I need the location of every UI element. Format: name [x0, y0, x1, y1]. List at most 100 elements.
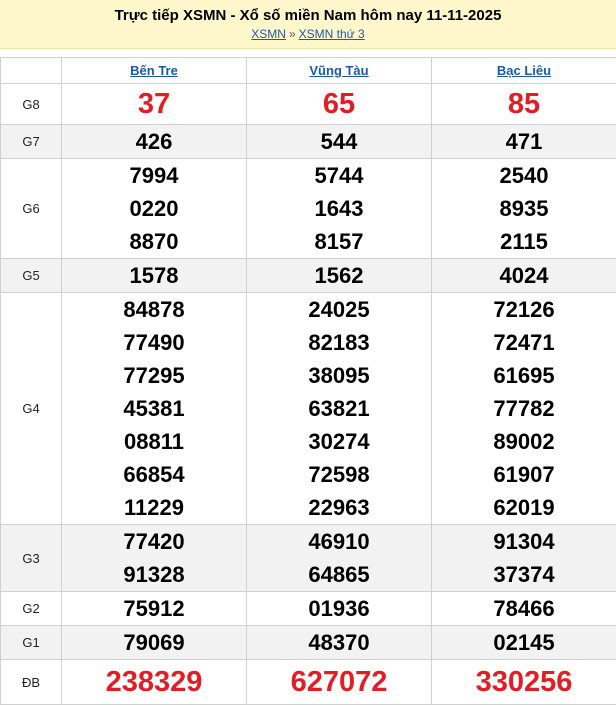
prize-row: G7426544471 [1, 125, 616, 159]
breadcrumb-xsmn-thu3-link[interactable]: XSMN thứ 3 [299, 27, 365, 41]
prize-number: 5744 [247, 159, 431, 192]
prize-number: 61695 [432, 359, 616, 392]
prize-number: 1562 [247, 259, 431, 292]
page-title: Trực tiếp XSMN - Xổ số miền Nam hôm nay … [0, 0, 616, 25]
prize-number: 0220 [62, 192, 246, 225]
prize-number: 66854 [62, 458, 246, 491]
prize-number: 91304 [432, 525, 616, 558]
prize-row: G3774209132846910648659130437374 [1, 525, 616, 592]
prize-number: 62019 [432, 491, 616, 524]
prize-cell: 574416438157 [247, 159, 432, 259]
prize-number: 78466 [432, 592, 616, 625]
prize-number: 30274 [247, 425, 431, 458]
prize-number: 85 [432, 84, 616, 124]
prize-label: G3 [1, 525, 62, 592]
prize-number: 48370 [247, 626, 431, 659]
prize-row: G5157815624024 [1, 259, 616, 293]
prize-number: 24025 [247, 293, 431, 326]
prize-label: G6 [1, 159, 62, 259]
prize-cell: 544 [247, 125, 432, 159]
province-link-ben-tre[interactable]: Bến Tre [130, 63, 178, 78]
prize-number: 08811 [62, 425, 246, 458]
prize-row: G1790694837002145 [1, 626, 616, 660]
prize-number: 01936 [247, 592, 431, 625]
prize-number: 2115 [432, 225, 616, 258]
prize-number: 72598 [247, 458, 431, 491]
prize-number: 238329 [62, 660, 246, 704]
prize-number: 8935 [432, 192, 616, 225]
prize-number: 77782 [432, 392, 616, 425]
prize-number: 2540 [432, 159, 616, 192]
prize-number: 72471 [432, 326, 616, 359]
province-header: Bến Tre [62, 58, 247, 84]
prize-cell: 799402208870 [62, 159, 247, 259]
prize-number: 61907 [432, 458, 616, 491]
prize-label: G5 [1, 259, 62, 293]
prize-number: 79069 [62, 626, 246, 659]
prize-cell: 72126724716169577782890026190762019 [432, 293, 616, 525]
province-link-vung-tau[interactable]: Vũng Tàu [309, 63, 368, 78]
prize-number: 89002 [432, 425, 616, 458]
header-spacer [0, 49, 616, 57]
prize-row: G6799402208870574416438157254089352115 [1, 159, 616, 259]
breadcrumb: XSMN»XSMN thứ 3 [0, 26, 616, 42]
prize-number: 82183 [247, 326, 431, 359]
prize-number: 544 [247, 125, 431, 158]
prize-cell: 7742091328 [62, 525, 247, 592]
prize-number: 8870 [62, 225, 246, 258]
prize-body: G8376585G7426544471G67994022088705744164… [1, 84, 616, 705]
prize-cell: 65 [247, 84, 432, 125]
prize-label: G4 [1, 293, 62, 525]
prize-number: 77490 [62, 326, 246, 359]
prize-cell: 85 [432, 84, 616, 125]
prize-number: 46910 [247, 525, 431, 558]
prize-number: 75912 [62, 592, 246, 625]
prize-cell: 37 [62, 84, 247, 125]
prize-cell: 24025821833809563821302747259822963 [247, 293, 432, 525]
prize-row: ĐB238329627072330256 [1, 660, 616, 705]
prize-label: G8 [1, 84, 62, 125]
province-header: Vũng Tàu [247, 58, 432, 84]
prize-label: G2 [1, 592, 62, 626]
prize-number: 72126 [432, 293, 616, 326]
prize-cell: 1562 [247, 259, 432, 293]
prize-cell: 02145 [432, 626, 616, 660]
prize-row: G2759120193678466 [1, 592, 616, 626]
prize-number: 84878 [62, 293, 246, 326]
prize-cell: 48370 [247, 626, 432, 660]
prize-number: 77420 [62, 525, 246, 558]
prize-label: ĐB [1, 660, 62, 705]
page-header: Trực tiếp XSMN - Xổ số miền Nam hôm nay … [0, 0, 616, 49]
province-header-row: Bến Tre Vũng Tàu Bạc Liêu [1, 58, 616, 84]
prize-number: 330256 [432, 660, 616, 704]
prize-number: 471 [432, 125, 616, 158]
prize-row: G484878774907729545381088116685411229240… [1, 293, 616, 525]
prize-number: 64865 [247, 558, 431, 591]
prize-cell: 79069 [62, 626, 247, 660]
prize-number: 1643 [247, 192, 431, 225]
prize-cell: 84878774907729545381088116685411229 [62, 293, 247, 525]
prize-cell: 330256 [432, 660, 616, 705]
corner-cell [1, 58, 62, 84]
prize-number: 37 [62, 84, 246, 124]
prize-label: G7 [1, 125, 62, 159]
prize-cell: 78466 [432, 592, 616, 626]
prize-number: 77295 [62, 359, 246, 392]
breadcrumb-separator: » [286, 27, 299, 41]
province-link-bac-lieu[interactable]: Bạc Liêu [497, 63, 551, 78]
prize-row: G8376585 [1, 84, 616, 125]
prize-number: 22963 [247, 491, 431, 524]
prize-cell: 238329 [62, 660, 247, 705]
prize-cell: 4691064865 [247, 525, 432, 592]
breadcrumb-xsmn-link[interactable]: XSMN [251, 27, 286, 41]
prize-number: 65 [247, 84, 431, 124]
prize-number: 627072 [247, 660, 431, 704]
results-table: Bến Tre Vũng Tàu Bạc Liêu G8376585G74265… [0, 57, 616, 705]
province-header: Bạc Liêu [432, 58, 616, 84]
prize-number: 8157 [247, 225, 431, 258]
prize-number: 1578 [62, 259, 246, 292]
prize-cell: 254089352115 [432, 159, 616, 259]
prize-cell: 471 [432, 125, 616, 159]
prize-number: 426 [62, 125, 246, 158]
prize-label: G1 [1, 626, 62, 660]
